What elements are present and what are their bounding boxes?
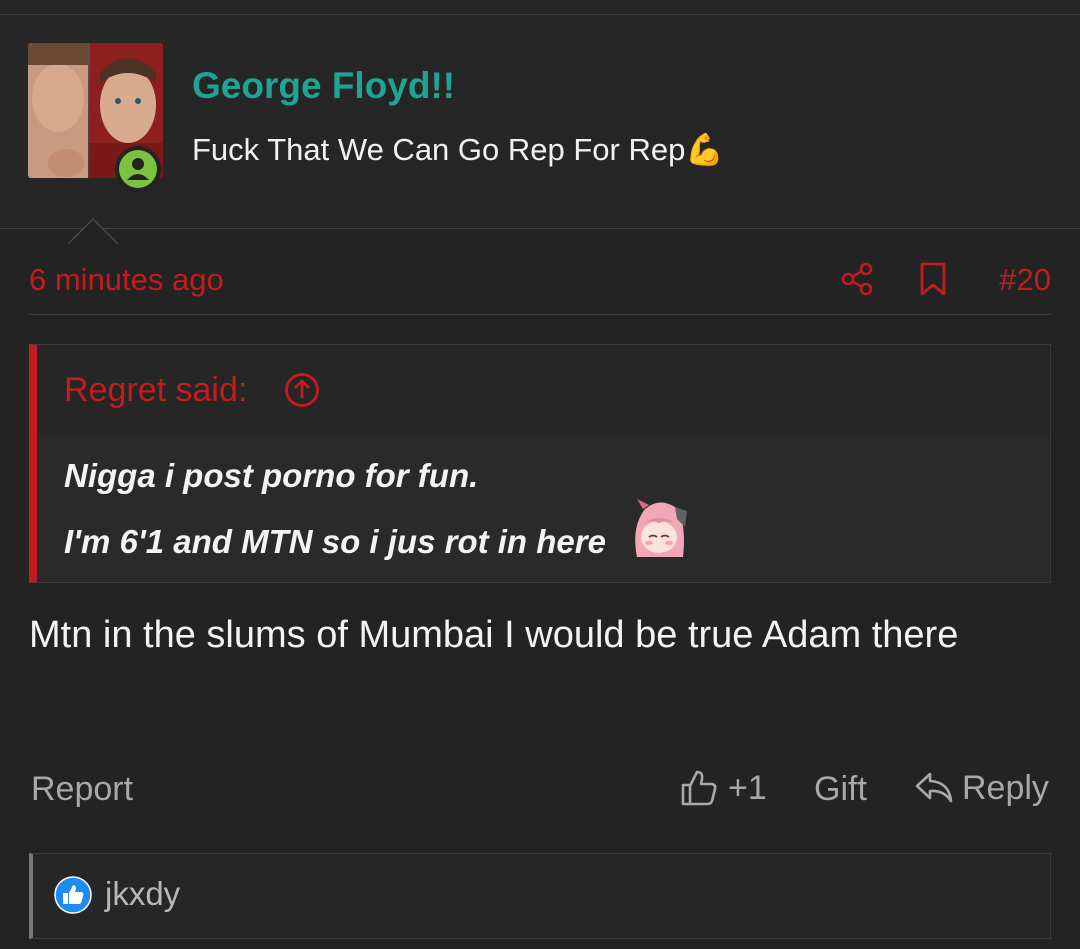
quote-block: Regret said: Nigga i post porno for fun.… [29,344,1051,583]
gift-button[interactable]: Gift [814,770,867,809]
user-title: Fuck That We Can Go Rep For Rep💪 [192,132,724,167]
like-count: +1 [728,768,767,807]
post-body-text: Mtn in the slums of Mumbai I would be tr… [29,614,959,656]
like-button[interactable]: +1 [680,766,767,810]
post-user-header: George Floyd!! Fuck That We Can Go Rep F… [0,15,1080,245]
thread-post-page: George Floyd!! Fuck That We Can Go Rep F… [0,0,1080,949]
quote-line: I'm 6'1 and MTN so i jus rot in here [64,523,606,560]
like-reaction-icon [54,876,92,914]
anime-girl-emoji-icon [635,499,687,557]
post-meta-bar: 6 minutes ago #20 [29,252,1051,315]
reply-button[interactable]: Reply [914,766,1049,810]
quote-header: Regret said: [37,345,1050,433]
arrow-up-circle-icon[interactable] [284,372,320,408]
username-link[interactable]: George Floyd!! [192,65,455,107]
post-pointer-arrow [68,218,118,245]
reaction-user-link[interactable]: jkxdy [105,875,180,913]
bookmark-icon[interactable] [919,262,947,296]
post-number-link[interactable]: #20 [999,262,1051,298]
reply-arrow-icon [915,772,953,803]
thumbs-up-icon [681,770,717,806]
quote-author[interactable]: Regret said: [64,371,247,410]
previous-post-edge [0,0,1080,15]
share-icon[interactable] [841,262,873,296]
reply-label: Reply [962,768,1049,807]
quote-line: Nigga i post porno for fun. [64,457,479,494]
report-button[interactable]: Report [31,770,133,809]
reactions-bar[interactable]: jkxdy [29,853,1051,939]
post-timestamp[interactable]: 6 minutes ago [29,262,224,298]
online-user-icon [115,146,161,192]
